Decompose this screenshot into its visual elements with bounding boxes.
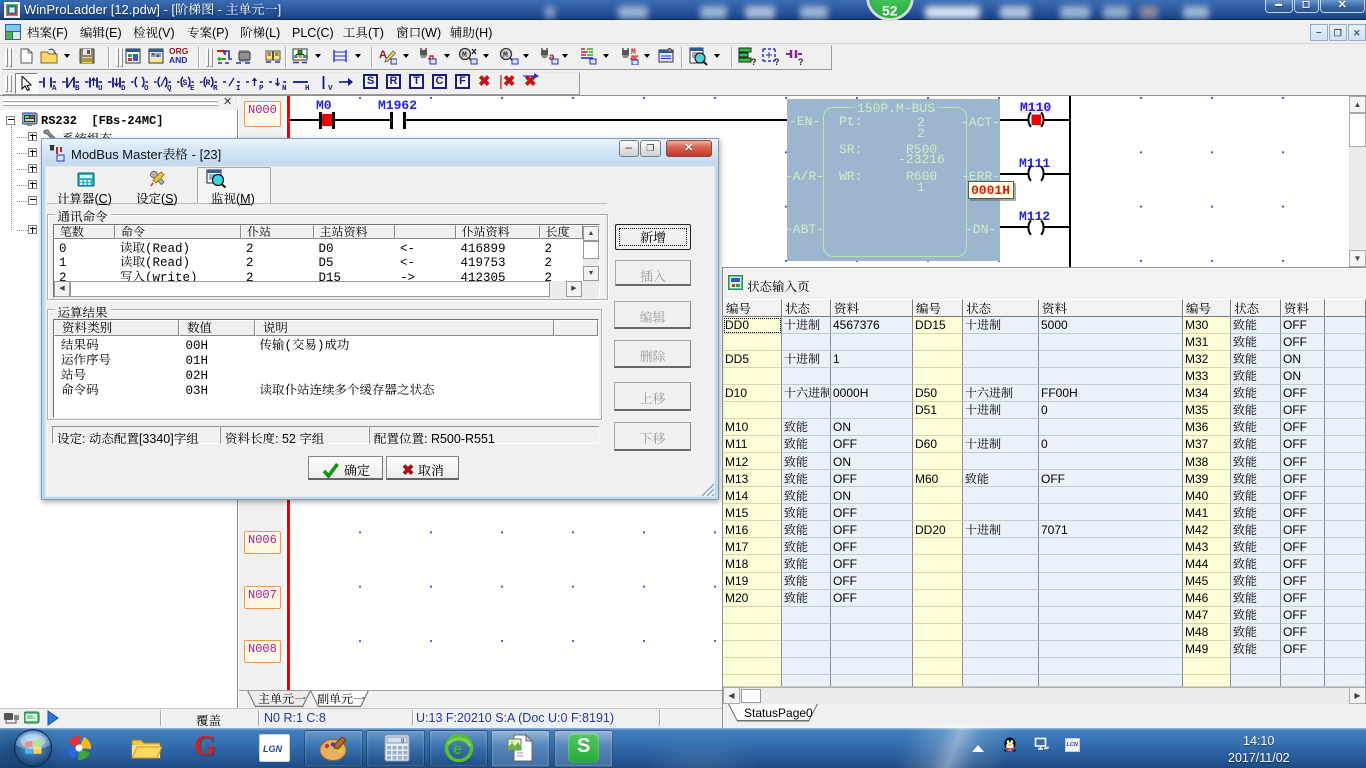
svg-text:R: R — [206, 79, 211, 88]
svg-text:e: e — [453, 741, 462, 758]
svg-text:S: S — [183, 79, 188, 88]
svg-text:52: 52 — [882, 3, 898, 19]
svg-text:?: ? — [751, 57, 757, 66]
svg-text:?: ? — [774, 57, 780, 66]
svg-text:?: ? — [798, 57, 804, 66]
svg-text:M: M — [503, 51, 508, 60]
svg-text:M: M — [462, 51, 467, 60]
